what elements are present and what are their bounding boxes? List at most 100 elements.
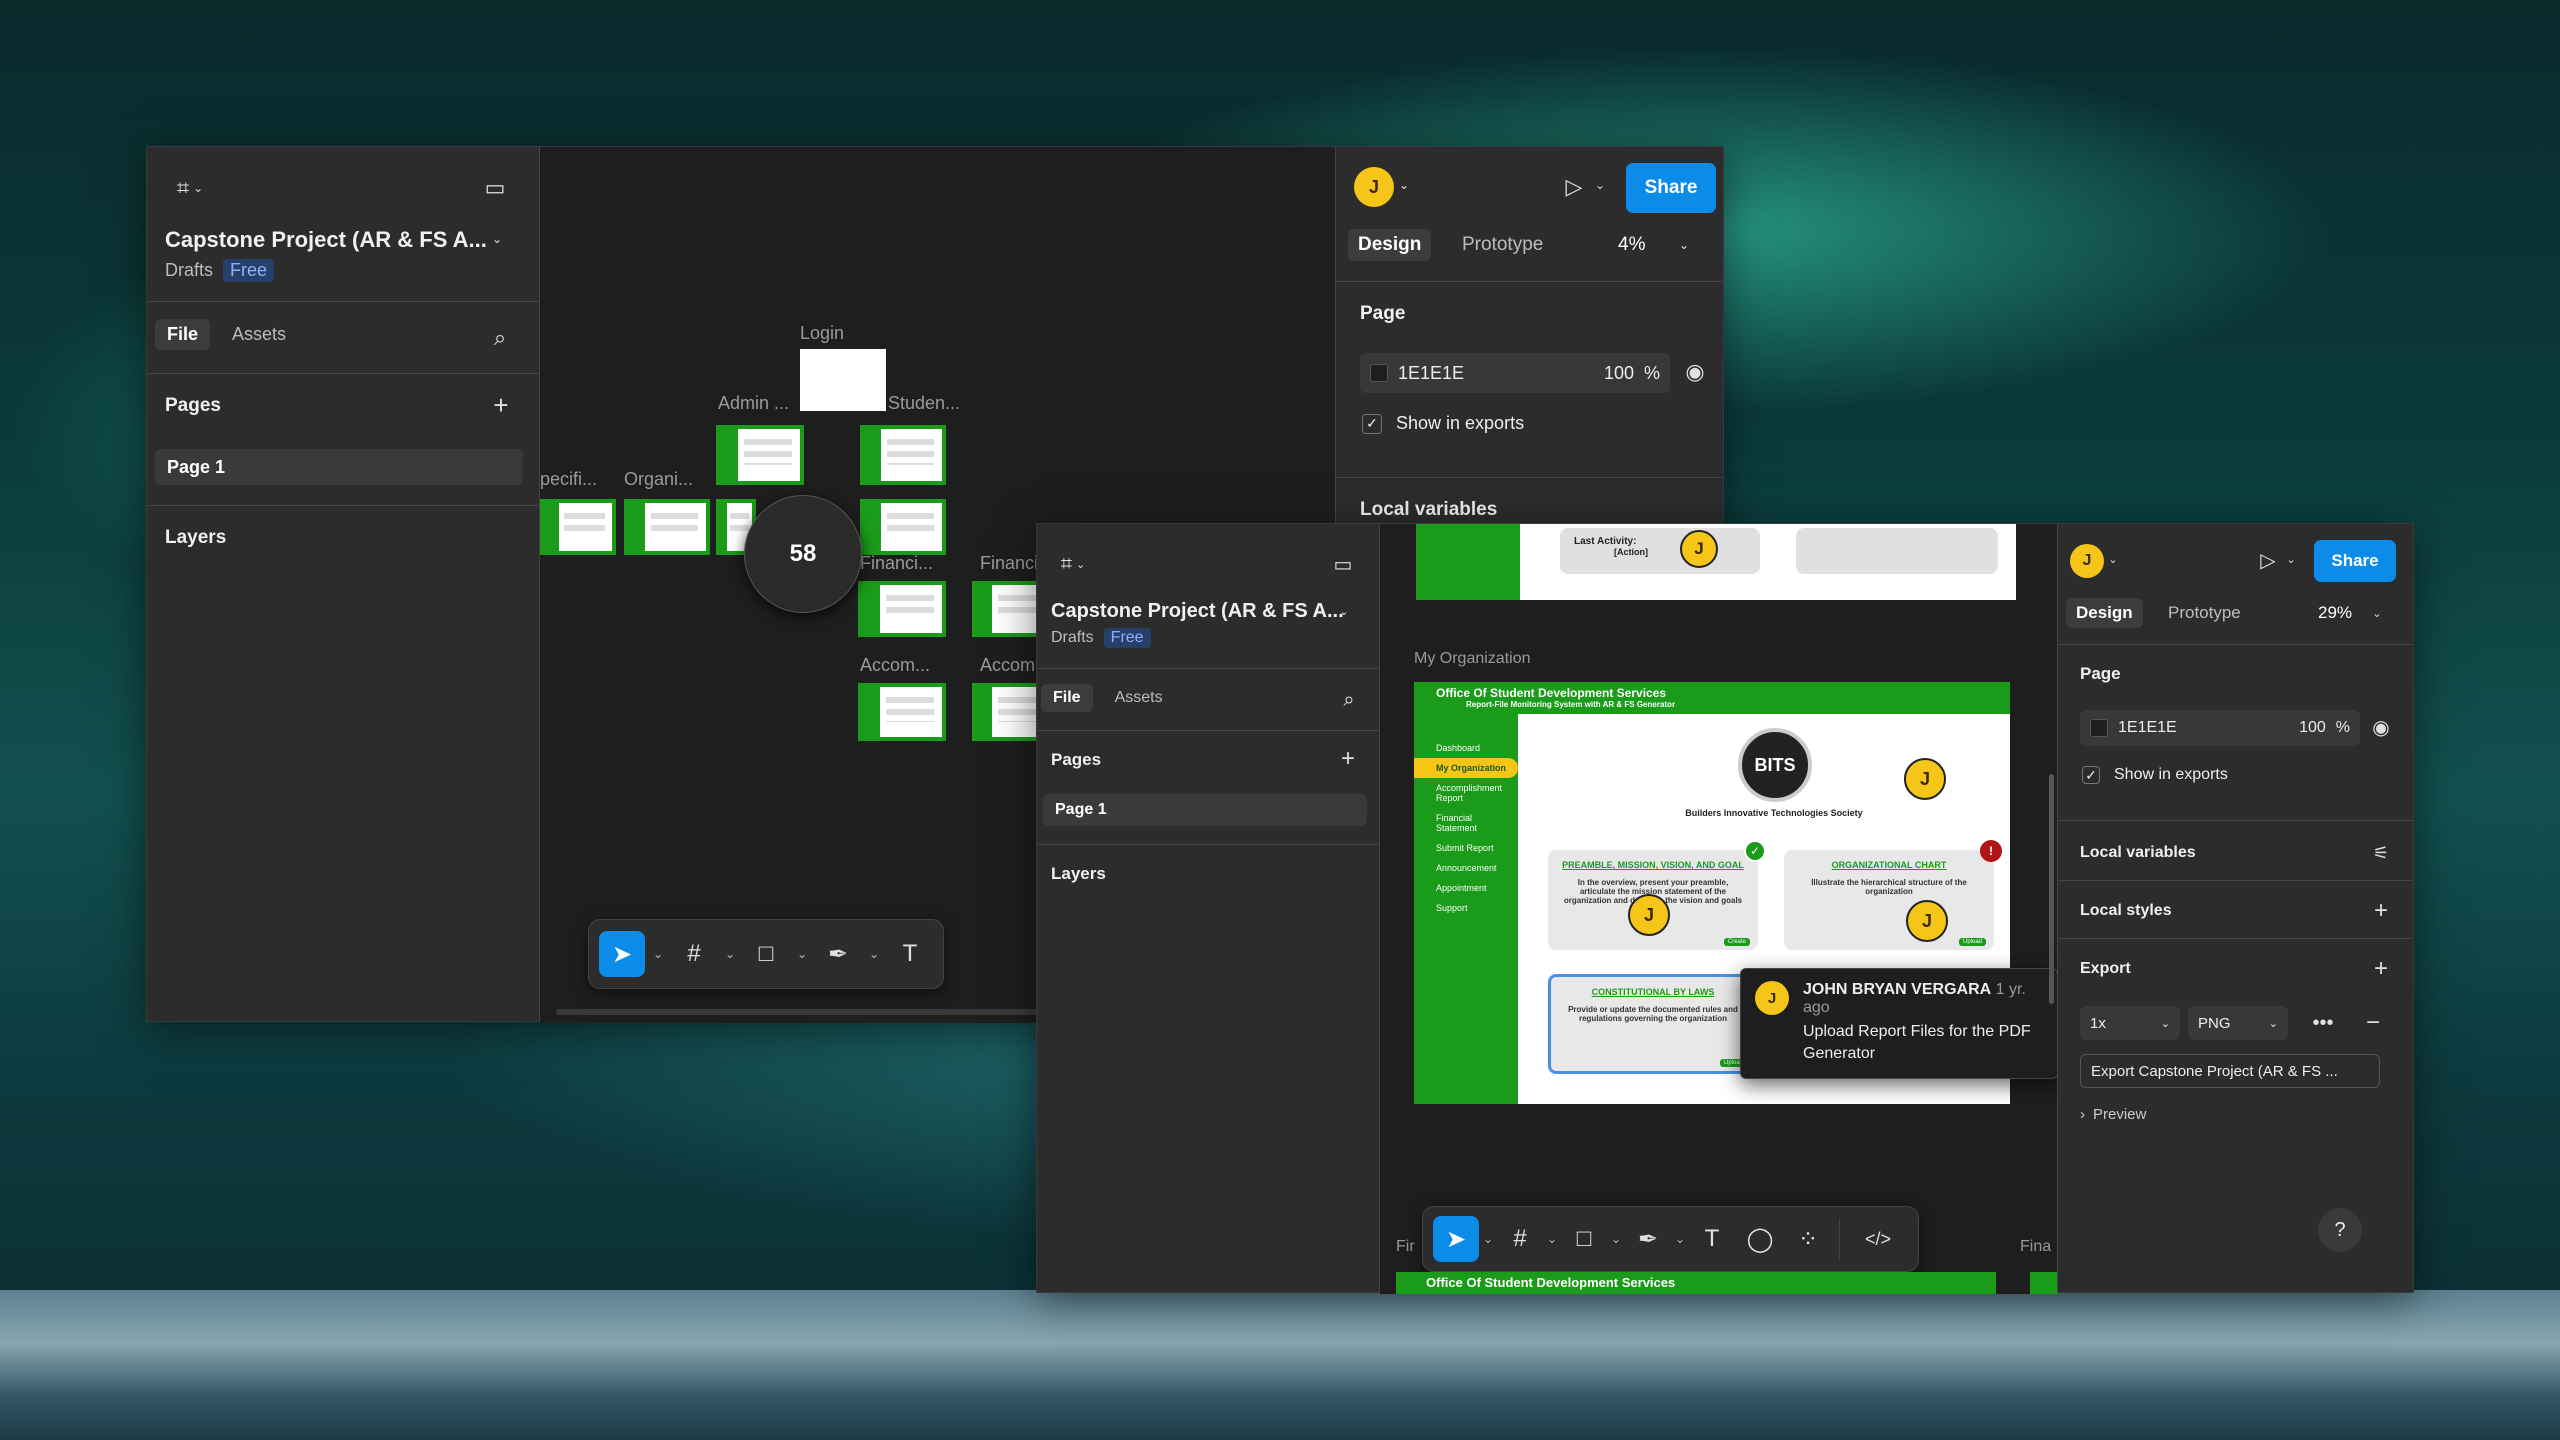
avatar[interactable]: J	[1354, 167, 1394, 207]
chevron-down-icon[interactable]: ⌄	[1335, 602, 1353, 620]
page-color-field[interactable]: 1E1E1E 100 %	[2080, 710, 2360, 746]
export-scale-select[interactable]: 1x ⌄	[2080, 1006, 2180, 1040]
project-title[interactable]: Capstone Project (AR & FS A...	[1051, 600, 1344, 623]
frame-thumb-admin[interactable]	[716, 425, 804, 485]
page-item-page-1[interactable]: Page 1	[155, 449, 523, 485]
chevron-down-icon[interactable]: ⌄	[1673, 1232, 1687, 1246]
comment-pin-avatar[interactable]: J	[1628, 894, 1670, 936]
drafts-label[interactable]: Drafts	[165, 260, 213, 281]
chevron-down-icon[interactable]: ⌄	[1545, 1232, 1559, 1246]
chevron-down-icon[interactable]: ⌄	[1609, 1232, 1623, 1246]
tab-file[interactable]: File	[1041, 684, 1093, 712]
frame-label-my-organization[interactable]: My Organization	[1414, 650, 1531, 668]
collaborator-cursor-avatar[interactable]: J	[1680, 530, 1718, 568]
frame-label-fir[interactable]: Fir	[1396, 1238, 1415, 1256]
page-color-field[interactable]: 1E1E1E 100 %	[1360, 353, 1670, 393]
remove-export-icon[interactable]: −	[2358, 1008, 2388, 1038]
frame-dashboard-partial[interactable]: Last Activity: [Action]	[1416, 524, 2016, 600]
sidebar-item-accomplishment-report[interactable]: Accomplishment Report	[1414, 778, 1518, 808]
chevron-down-icon[interactable]: ⌄	[1481, 1232, 1495, 1246]
eye-icon[interactable]: ◉	[1682, 359, 1708, 385]
sliders-icon[interactable]: ⚟	[2368, 840, 2394, 866]
text-tool-icon[interactable]: T	[1689, 1216, 1735, 1262]
frame-thumb-login[interactable]	[800, 349, 886, 411]
share-button[interactable]: Share	[2314, 540, 2396, 582]
comment-pin-avatar[interactable]: J	[1906, 900, 1948, 942]
rectangle-tool-icon[interactable]: □	[743, 931, 789, 977]
chevron-down-icon[interactable]: ⌄	[487, 229, 507, 249]
search-icon[interactable]: ⌕	[485, 323, 515, 353]
chevron-down-icon[interactable]: ⌄	[2106, 550, 2120, 568]
local-variables-heading[interactable]: Local variables	[1360, 499, 1497, 521]
frame-tool-icon[interactable]: #	[671, 931, 717, 977]
show-in-exports-row[interactable]: ✓ Show in exports	[1362, 413, 1524, 434]
figma-menu-icon[interactable]: ⌗ ⌄	[1051, 550, 1095, 578]
tab-design[interactable]: Design	[1348, 229, 1432, 261]
color-swatch[interactable]	[2090, 719, 2108, 737]
project-title[interactable]: Capstone Project (AR & FS A...	[165, 227, 487, 253]
toggle-sidebar-icon[interactable]: ▭	[1327, 550, 1359, 578]
frame-tool-icon[interactable]: #	[1497, 1216, 1543, 1262]
sidebar-item-support[interactable]: Support	[1414, 898, 1518, 918]
eye-icon[interactable]: ◉	[2368, 714, 2394, 740]
tab-assets[interactable]: Assets	[1103, 684, 1175, 712]
figma-menu-icon[interactable]: ⌗ ⌄	[165, 173, 215, 203]
frame-thumb-organi[interactable]	[624, 499, 710, 555]
checkbox-checked-icon[interactable]: ✓	[2082, 766, 2100, 784]
comment-tool-icon[interactable]: ◯	[1737, 1216, 1783, 1262]
sidebar-item-my-organization[interactable]: My Organization	[1414, 758, 1518, 778]
upload-button[interactable]: Upload	[1958, 938, 1986, 946]
export-format-select[interactable]: PNG ⌄	[2188, 1006, 2288, 1040]
vertical-scrollbar[interactable]	[2049, 774, 2054, 1004]
zoom-level[interactable]: 4%	[1618, 234, 1645, 256]
add-page-icon[interactable]: +	[1335, 745, 1361, 772]
add-page-icon[interactable]: +	[487, 390, 515, 420]
frame-partial-bottom-right[interactable]	[2030, 1272, 2058, 1294]
sidebar-item-announcement[interactable]: Announcement	[1414, 858, 1518, 878]
frame-partial-bottom[interactable]: Office Of Student Development Services	[1396, 1272, 1996, 1294]
card-constitution[interactable]: CONSTITUTIONAL BY LAWS Provide or update…	[1548, 974, 1758, 1074]
page-opacity-value[interactable]: 100	[1604, 363, 1634, 384]
help-button[interactable]: ?	[2318, 1208, 2362, 1252]
tab-prototype[interactable]: Prototype	[1462, 234, 1543, 256]
tab-assets[interactable]: Assets	[220, 319, 298, 350]
create-button[interactable]: Create	[1723, 938, 1750, 946]
export-button[interactable]: Export Capstone Project (AR & FS ...	[2080, 1054, 2380, 1088]
page-item-page-1[interactable]: Page 1	[1043, 794, 1367, 826]
chevron-down-icon[interactable]: ⌄	[651, 947, 665, 961]
tab-file[interactable]: File	[155, 319, 211, 350]
search-icon[interactable]: ⌕	[1335, 686, 1363, 714]
sidebar-item-dashboard[interactable]: Dashboard	[1414, 738, 1518, 758]
chevron-down-icon[interactable]: ⌄	[2370, 604, 2384, 622]
page-color-value[interactable]: 1E1E1E	[2118, 719, 2299, 737]
horizontal-scrollbar[interactable]	[556, 1009, 1076, 1015]
canvas[interactable]: Last Activity: [Action] J My Organizatio…	[1380, 524, 2058, 1294]
chevron-down-icon[interactable]: ⌄	[795, 947, 809, 961]
frame-label-fina[interactable]: Fina	[2020, 1238, 2051, 1256]
card-org-chart[interactable]: ORGANIZATIONAL CHART Illustrate the hier…	[1784, 850, 1994, 950]
sidebar-item-appointment[interactable]: Appointment	[1414, 878, 1518, 898]
text-tool-icon[interactable]: T	[887, 931, 933, 977]
move-tool-icon[interactable]: ➤	[1433, 1216, 1479, 1262]
add-export-icon[interactable]: +	[2368, 955, 2394, 982]
chevron-down-icon[interactable]: ⌄	[2284, 550, 2298, 568]
show-in-exports-row[interactable]: ✓ Show in exports	[2082, 766, 2228, 784]
local-styles-heading[interactable]: Local styles	[2080, 902, 2172, 920]
local-variables-heading[interactable]: Local variables	[2080, 844, 2196, 862]
frame-thumb-accom-1[interactable]	[858, 683, 946, 741]
frame-thumb-specifi[interactable]	[540, 499, 616, 555]
chevron-down-icon[interactable]: ⌄	[1592, 175, 1608, 195]
chevron-down-icon[interactable]: ⌄	[723, 947, 737, 961]
frame-thumb-financial-1[interactable]	[858, 581, 946, 637]
dev-mode-icon[interactable]: </>	[1848, 1216, 1908, 1262]
frame-thumb-student[interactable]	[860, 425, 946, 485]
pen-tool-icon[interactable]: ✒	[815, 931, 861, 977]
chevron-down-icon[interactable]: ⌄	[867, 947, 881, 961]
add-style-icon[interactable]: +	[2368, 897, 2394, 924]
actions-tool-icon[interactable]: ⁘	[1785, 1216, 1831, 1262]
page-opacity-value[interactable]: 100	[2299, 719, 2326, 737]
chevron-down-icon[interactable]: ⌄	[1676, 235, 1692, 255]
present-icon[interactable]: ▷	[1556, 169, 1592, 205]
sidebar-item-submit-report[interactable]: Submit Report	[1414, 838, 1518, 858]
preview-toggle[interactable]: › Preview	[2080, 1106, 2146, 1123]
